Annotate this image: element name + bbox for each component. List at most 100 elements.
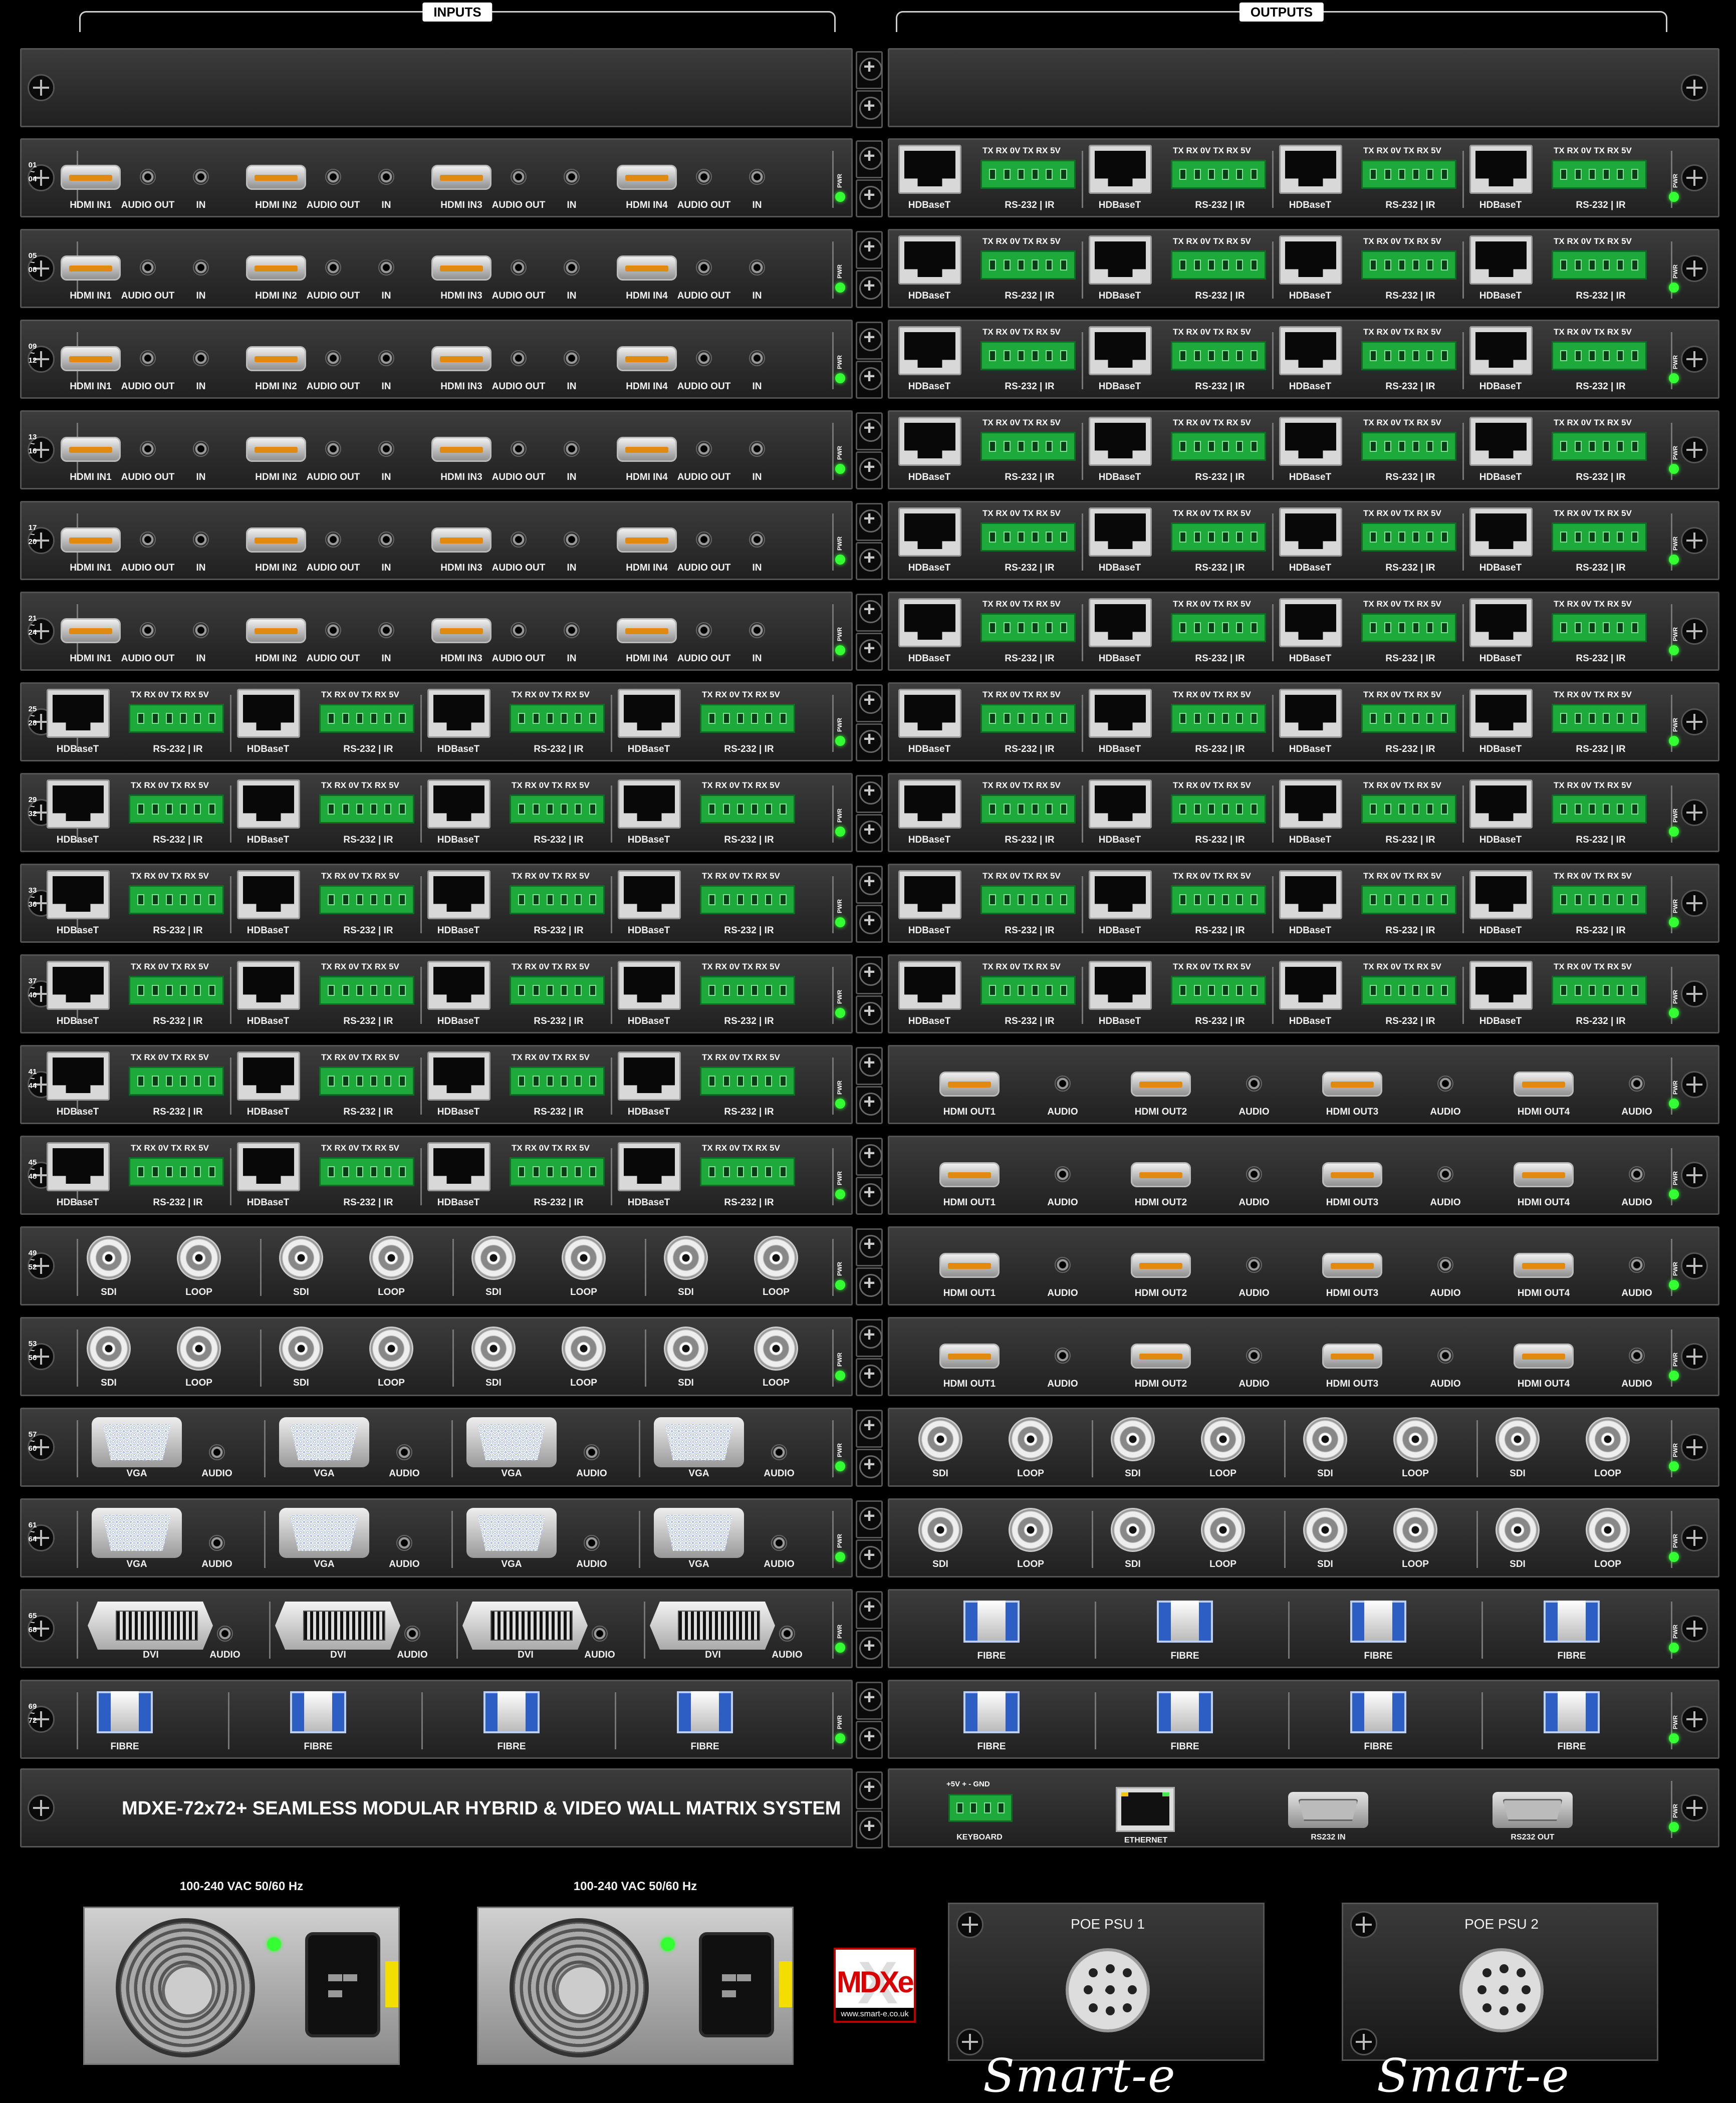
audio-in-jack[interactable] xyxy=(378,169,394,185)
audio-in-jack[interactable] xyxy=(193,622,209,638)
loop-bnc-port[interactable] xyxy=(1586,1417,1630,1461)
sdi-bnc-port[interactable] xyxy=(471,1236,516,1280)
audio-in-jack[interactable] xyxy=(193,259,209,276)
loop-bnc-port[interactable] xyxy=(1201,1417,1245,1461)
rs232-ir-terminal[interactable] xyxy=(510,704,605,733)
audio-out-jack[interactable] xyxy=(696,350,712,366)
rs232-ir-terminal[interactable] xyxy=(700,976,795,1005)
sdi-bnc-port[interactable] xyxy=(664,1236,708,1280)
hdbaset-port[interactable] xyxy=(898,598,961,647)
audio-in-jack[interactable] xyxy=(378,441,394,457)
sdi-bnc-port[interactable] xyxy=(1303,1508,1347,1552)
hdmi-input-port[interactable] xyxy=(246,165,306,190)
sdi-bnc-port[interactable] xyxy=(1303,1417,1347,1461)
hdmi-input-port[interactable] xyxy=(617,255,677,281)
audio-out-jack[interactable] xyxy=(696,259,712,276)
fibre-port[interactable] xyxy=(1350,1691,1406,1733)
audio-out-jack[interactable] xyxy=(325,532,341,548)
audio-out-jack[interactable] xyxy=(511,350,527,366)
hdbaset-port[interactable] xyxy=(898,961,961,1010)
rs232-ir-terminal[interactable] xyxy=(1171,613,1266,642)
hdbaset-port[interactable] xyxy=(1469,417,1533,466)
hdmi-input-port[interactable] xyxy=(431,618,491,643)
hdmi-input-port[interactable] xyxy=(246,346,306,371)
hdmi-input-port[interactable] xyxy=(617,528,677,553)
rs232-ir-terminal[interactable] xyxy=(1552,160,1647,189)
audio-out-jack[interactable] xyxy=(511,169,527,185)
dvi-port[interactable] xyxy=(462,1602,588,1650)
audio-in-jack[interactable] xyxy=(193,532,209,548)
hdmi-input-port[interactable] xyxy=(617,437,677,462)
audio-jack[interactable] xyxy=(396,1535,412,1551)
audio-out-jack[interactable] xyxy=(696,622,712,638)
hdmi-input-port[interactable] xyxy=(61,165,121,190)
audio-out-jack[interactable] xyxy=(140,532,156,548)
vga-port[interactable] xyxy=(279,1508,369,1558)
audio-in-jack[interactable] xyxy=(564,441,580,457)
audio-jack[interactable] xyxy=(1629,1348,1645,1364)
audio-in-jack[interactable] xyxy=(749,259,765,276)
rs232-ir-terminal[interactable] xyxy=(1361,522,1456,552)
hdmi-input-port[interactable] xyxy=(246,437,306,462)
hdbaset-port[interactable] xyxy=(1279,961,1342,1010)
rs232-ir-terminal[interactable] xyxy=(1361,976,1456,1005)
audio-jack[interactable] xyxy=(584,1535,600,1551)
audio-jack[interactable] xyxy=(771,1535,787,1551)
rs232-ir-terminal[interactable] xyxy=(980,432,1076,461)
hdmi-output-port[interactable] xyxy=(1322,1072,1382,1097)
sdi-bnc-port[interactable] xyxy=(87,1327,131,1371)
hdmi-input-port[interactable] xyxy=(61,528,121,553)
rs232-ir-terminal[interactable] xyxy=(1361,795,1456,824)
hdmi-output-port[interactable] xyxy=(1514,1072,1574,1097)
audio-jack[interactable] xyxy=(1246,1257,1262,1273)
hdmi-output-port[interactable] xyxy=(939,1162,1000,1187)
hdbaset-port[interactable] xyxy=(1279,689,1342,738)
power-switch[interactable] xyxy=(385,1961,398,2007)
hdmi-output-port[interactable] xyxy=(1131,1253,1191,1278)
hdmi-input-port[interactable] xyxy=(431,437,491,462)
sdi-bnc-port[interactable] xyxy=(279,1327,323,1371)
vga-port[interactable] xyxy=(279,1417,369,1467)
rs232-ir-terminal[interactable] xyxy=(319,795,414,824)
audio-in-jack[interactable] xyxy=(749,441,765,457)
hdbaset-port[interactable] xyxy=(1469,598,1533,647)
hdbaset-port[interactable] xyxy=(898,417,961,466)
rs232-ir-terminal[interactable] xyxy=(1552,613,1647,642)
hdbaset-port[interactable] xyxy=(1469,870,1533,919)
hdbaset-port[interactable] xyxy=(1089,417,1152,466)
audio-in-jack[interactable] xyxy=(564,169,580,185)
rs232-ir-terminal[interactable] xyxy=(1552,704,1647,733)
hdmi-output-port[interactable] xyxy=(939,1072,1000,1097)
hdbaset-port[interactable] xyxy=(427,1142,490,1191)
hdbaset-port[interactable] xyxy=(898,507,961,557)
rs232-in-port[interactable] xyxy=(1288,1792,1368,1828)
hdbaset-port[interactable] xyxy=(1089,145,1152,194)
rs232-ir-terminal[interactable] xyxy=(1171,704,1266,733)
hdbaset-port[interactable] xyxy=(237,1051,300,1101)
hdbaset-port[interactable] xyxy=(618,779,681,829)
hdbaset-port[interactable] xyxy=(1089,870,1152,919)
hdbaset-port[interactable] xyxy=(618,870,681,919)
hdbaset-port[interactable] xyxy=(427,961,490,1010)
power-inlet-icon[interactable] xyxy=(305,1932,380,2037)
audio-jack[interactable] xyxy=(1629,1166,1645,1182)
rs232-ir-terminal[interactable] xyxy=(1552,976,1647,1005)
hdbaset-port[interactable] xyxy=(1089,779,1152,829)
audio-in-jack[interactable] xyxy=(378,350,394,366)
rs232-ir-terminal[interactable] xyxy=(510,1157,605,1186)
audio-jack[interactable] xyxy=(1629,1257,1645,1273)
audio-jack[interactable] xyxy=(1437,1076,1453,1092)
audio-in-jack[interactable] xyxy=(564,622,580,638)
loop-bnc-port[interactable] xyxy=(177,1236,221,1280)
sdi-bnc-port[interactable] xyxy=(471,1327,516,1371)
rs232-ir-terminal[interactable] xyxy=(1361,704,1456,733)
hdbaset-port[interactable] xyxy=(1279,507,1342,557)
sdi-bnc-port[interactable] xyxy=(1496,1417,1540,1461)
audio-out-jack[interactable] xyxy=(140,169,156,185)
rs232-ir-terminal[interactable] xyxy=(1171,432,1266,461)
rs232-ir-terminal[interactable] xyxy=(1552,432,1647,461)
hdbaset-port[interactable] xyxy=(1279,235,1342,285)
audio-jack[interactable] xyxy=(1055,1257,1071,1273)
rs232-ir-terminal[interactable] xyxy=(510,1067,605,1096)
rs232-ir-terminal[interactable] xyxy=(1171,250,1266,280)
